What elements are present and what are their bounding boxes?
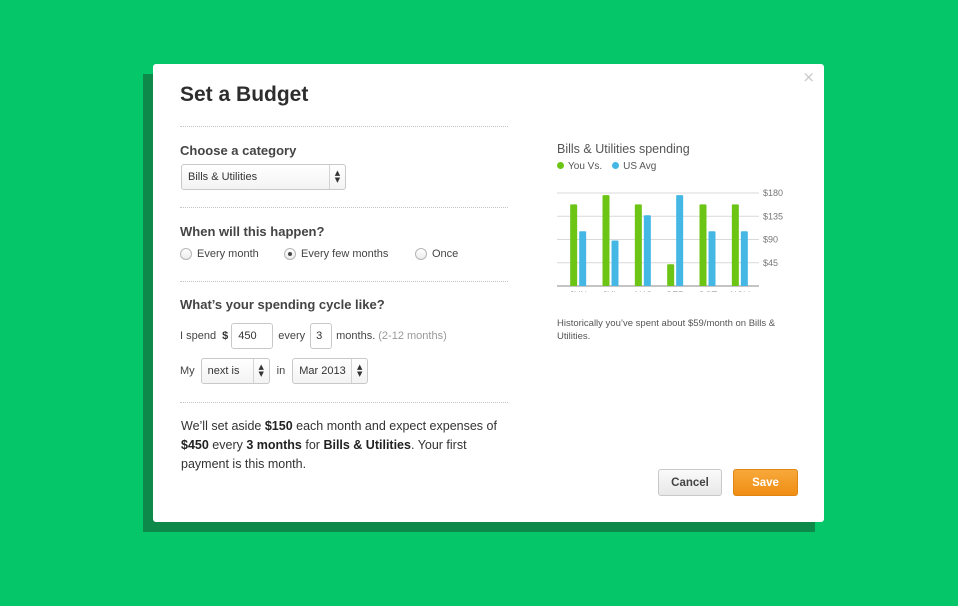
x-tick-label: NOV xyxy=(730,290,750,292)
x-tick-label: AUG xyxy=(633,290,653,292)
y-tick-label: $180 xyxy=(763,188,783,198)
bar-us-avg xyxy=(676,195,684,286)
next-select[interactable]: next is ▲ ▼ xyxy=(200,358,270,384)
legend-label: You Vs. xyxy=(568,161,603,172)
bar-you xyxy=(634,204,642,286)
radio-circle[interactable] xyxy=(180,248,192,260)
category-select[interactable]: Bills & Utilities ▲ ▼ xyxy=(181,164,346,190)
summary-monthly-amount: $150 xyxy=(264,419,293,433)
select-arrows-icon: ▲ ▼ xyxy=(329,165,345,189)
divider xyxy=(180,402,508,403)
close-icon[interactable]: × xyxy=(802,70,815,85)
x-tick-label: JUL xyxy=(602,290,618,292)
summary-text: We’ll set aside xyxy=(181,419,265,433)
radio-every-month[interactable]: Every month xyxy=(180,248,259,260)
bar-us-avg xyxy=(643,215,651,286)
category-select-value: Bills & Utilities xyxy=(188,171,258,183)
legend-swatch xyxy=(557,162,564,169)
cancel-button[interactable]: Cancel xyxy=(658,469,722,496)
bar-us-avg xyxy=(708,231,716,286)
next-row: My next is ▲ ▼ in Mar 2013 ▲ ▼ xyxy=(180,358,369,384)
x-tick-label: SEP xyxy=(666,290,684,292)
summary-text: each month and expect expenses of xyxy=(292,419,497,433)
legend-label: US Avg xyxy=(623,161,657,172)
y-tick-label: $135 xyxy=(763,211,783,221)
category-label: Choose a category xyxy=(180,143,297,158)
every-word: every xyxy=(278,330,306,342)
spend-row: I spend $ 450 every 3 months. (2-12 mont… xyxy=(180,323,447,349)
radio-label: Every month xyxy=(197,248,259,260)
bar-us-avg xyxy=(740,231,748,286)
radio-circle-selected[interactable] xyxy=(284,248,296,260)
spend-prefix: I spend xyxy=(180,330,217,342)
select-arrows-icon: ▲ ▼ xyxy=(252,359,269,383)
legend-item-us-avg: US Avg xyxy=(612,161,656,172)
amount-input[interactable]: 450 xyxy=(231,323,274,349)
my-word: My xyxy=(180,365,195,377)
legend-swatch xyxy=(612,162,620,169)
next-select-value: next is xyxy=(207,365,240,377)
chart-title: Bills & Utilities spending xyxy=(557,142,690,156)
radio-once[interactable]: Once xyxy=(415,248,458,260)
radio-every-few-months[interactable]: Every few months xyxy=(284,248,388,260)
month-select-value: Mar 2013 xyxy=(299,365,346,377)
bar-us-avg xyxy=(579,231,587,286)
radio-label: Once xyxy=(432,248,459,260)
y-tick-label: $45 xyxy=(763,258,778,268)
budget-summary: We’ll set aside $150 each month and expe… xyxy=(181,417,511,474)
bar-you xyxy=(667,264,675,286)
currency-symbol: $ xyxy=(222,330,229,342)
chart-note: Historically you’ve spent about $59/mont… xyxy=(557,318,776,342)
divider xyxy=(180,126,508,127)
radio-label: Every few months xyxy=(301,248,389,260)
summary-text: for xyxy=(301,438,324,452)
set-budget-dialog: × Set a Budget Choose a category Bills &… xyxy=(153,64,824,522)
legend-item-you: You Vs. xyxy=(557,161,602,172)
y-tick-label: $90 xyxy=(763,235,778,245)
bar-you xyxy=(570,204,578,286)
summary-total-amount: $450 xyxy=(181,438,209,452)
radio-circle[interactable] xyxy=(415,248,427,260)
summary-period: 3 months xyxy=(246,438,302,452)
divider xyxy=(180,207,508,208)
month-select[interactable]: Mar 2013 ▲ ▼ xyxy=(292,358,369,384)
cycle-label: What’s your spending cycle like? xyxy=(180,297,385,312)
months-input[interactable]: 3 xyxy=(310,323,333,349)
bar-you xyxy=(731,204,739,286)
x-tick-label: OCT xyxy=(698,290,718,292)
bar-you xyxy=(602,195,610,286)
frequency-label: When will this happen? xyxy=(180,224,325,239)
dialog-title: Set a Budget xyxy=(180,83,309,106)
months-word: months. xyxy=(336,330,376,342)
x-tick-label: JUN xyxy=(569,290,587,292)
summary-category: Bills & Utilities xyxy=(323,438,411,452)
in-word: in xyxy=(276,365,286,377)
spending-bar-chart: $45 $90 $135 $180 JUN JUL AUG SEP OCT NOV xyxy=(557,188,783,292)
bar-you xyxy=(699,204,707,286)
summary-text: every xyxy=(208,438,247,452)
divider xyxy=(180,281,508,282)
save-button[interactable]: Save xyxy=(733,469,798,496)
chart-legend: You Vs. US Avg xyxy=(557,161,656,172)
bar-us-avg xyxy=(611,240,619,286)
select-arrows-icon: ▲ ▼ xyxy=(351,359,367,383)
months-hint: (2-12 months) xyxy=(378,330,447,342)
